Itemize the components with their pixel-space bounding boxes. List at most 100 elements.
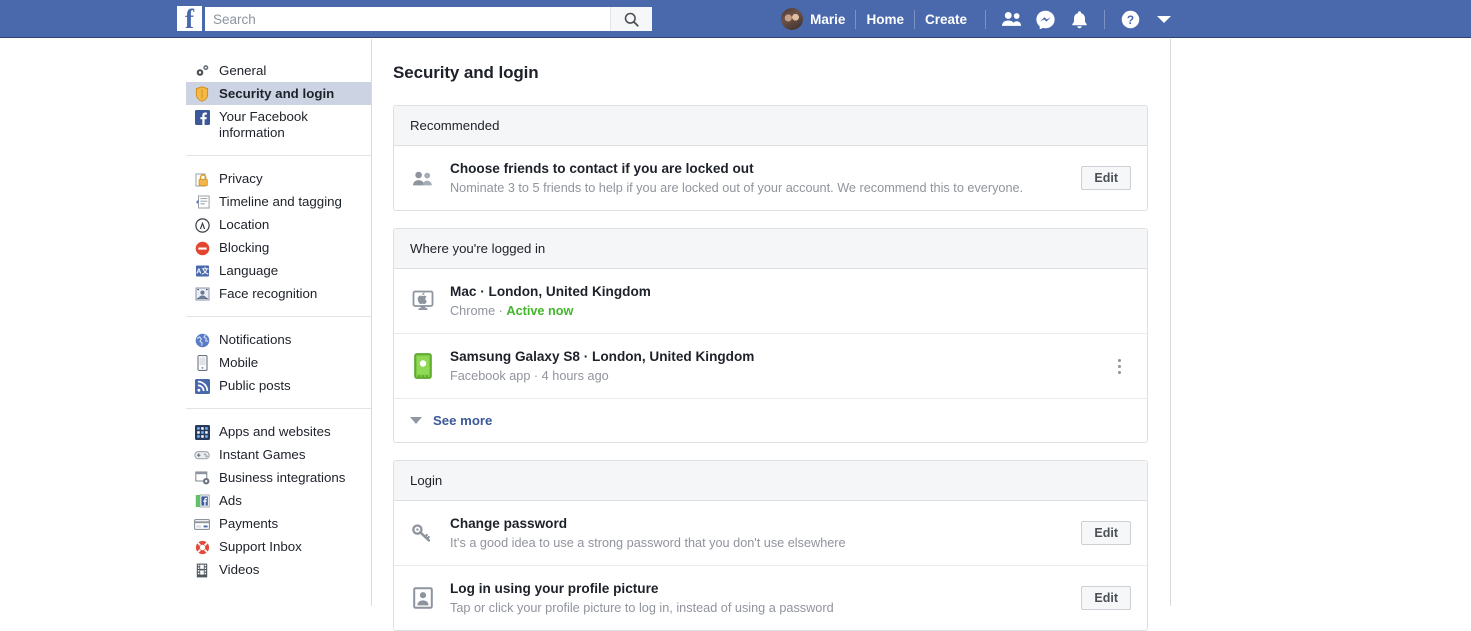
sidebar-item-language[interactable]: A文 Language [186,259,371,282]
chevron-down-icon [1157,15,1171,23]
search-input[interactable] [205,7,610,31]
profile-link[interactable]: Marie [771,0,855,38]
sidebar-group-2: Notifications Mobile Public posts [186,316,371,407]
settings-row: Choose friends to contact if you are loc… [394,146,1147,210]
sidebar-item-label: Notifications [219,332,292,347]
sidebar-item-blocking[interactable]: Blocking [186,236,371,259]
create-link[interactable]: Create [915,0,977,38]
gamepad-icon [194,447,210,463]
sidebar-item-instant-games[interactable]: Instant Games [186,443,371,466]
more-options-icon[interactable] [1107,355,1131,378]
sidebar-item-label: Security and login [219,86,335,101]
see-more-button[interactable]: See more [394,398,1147,442]
settings-card: Login Change password It's a good idea to … [393,460,1148,631]
sidebar-item-payments[interactable]: Payments [186,512,371,535]
sidebar-item-label: Instant Games [219,447,306,462]
business-gear-icon [194,470,210,486]
settings-sections: Recommended Choose friends to contact if … [393,105,1148,631]
sidebar-item-label: Language [219,263,279,278]
sidebar-item-label: Location [219,217,270,232]
edit-button[interactable]: Edit [1081,586,1131,610]
row-body: Change password It's a good idea to use a… [450,515,1067,551]
sidebar-item-mobile[interactable]: Mobile [186,351,371,374]
shield-icon [194,86,210,102]
status-badge: Active now [506,304,574,318]
settings-card: Recommended Choose friends to contact if … [393,105,1148,211]
avatar [781,8,804,30]
android-phone-icon [410,353,436,379]
timeline-icon [194,194,210,210]
search-bar [205,7,652,31]
help-button[interactable]: ? [1113,0,1147,38]
sidebar-item-timeline-and-tagging[interactable]: Timeline and tagging [186,190,371,213]
sidebar-item-label: Support Inbox [219,539,302,554]
row-title: Choose friends to contact if you are loc… [450,161,754,176]
sidebar-item-label: Apps and websites [219,424,331,439]
globe-icon [194,332,210,348]
sidebar-item-your-facebook-information[interactable]: Your Facebook information [186,105,371,144]
sidebar-item-label: Ads [219,493,242,508]
profile-picture-badge-icon [410,585,436,611]
divider [985,9,986,29]
main-content: Security and login Recommended Choose fri… [373,39,1171,631]
block-icon [194,240,210,256]
row-subtitle: It's a good idea to use a strong passwor… [450,536,846,550]
credit-card-icon [194,516,210,532]
friend-requests-button[interactable] [994,0,1028,38]
see-more-label: See more [433,413,493,428]
edit-button[interactable]: Edit [1081,166,1131,190]
sidebar-item-label: Your Facebook information [219,109,308,140]
account-menu-button[interactable] [1147,0,1181,38]
rss-icon [194,378,210,394]
section-header: Recommended [394,106,1147,146]
row-body: Log in using your profile picture Tap or … [450,580,1067,616]
sidebar-item-public-posts[interactable]: Public posts [186,374,371,397]
row-subtitle: Facebook app · 4 hours ago [450,369,609,383]
profile-name: Marie [810,11,846,27]
sidebar-item-apps-and-websites[interactable]: Apps and websites [186,420,371,443]
top-nav-right-group: Marie Home Create ? [771,0,1181,38]
caret-down-icon [410,417,422,424]
sidebar-item-label: Public posts [219,378,291,393]
sidebar-group-1: Privacy Timeline and tagging Location Block… [186,155,371,315]
sidebar-item-ads[interactable]: Ads [186,489,371,512]
sidebar-item-privacy[interactable]: Privacy [186,167,371,190]
notifications-bell-icon [1071,10,1087,28]
sidebar-item-label: Mobile [219,355,259,370]
settings-row: Change password It's a good idea to use a… [394,501,1147,565]
facebook-f-logo-icon[interactable]: f [177,6,202,31]
row-title: Change password [450,516,568,531]
home-link[interactable]: Home [856,0,914,38]
padlock-icon [194,171,210,187]
row-title: Log in using your profile picture [450,581,659,596]
settings-sidebar: General Security and login Your Facebook i… [186,39,372,606]
notifications-button[interactable] [1062,0,1096,38]
sidebar-item-label: Payments [219,516,279,531]
sidebar-item-label: General [219,63,267,78]
messenger-icon [1035,10,1055,29]
friend-requests-icon [1001,12,1021,26]
row-subtitle: Chrome · Active now [450,303,1131,319]
lifebuoy-icon [194,539,210,555]
search-button[interactable] [610,7,652,31]
sidebar-item-location[interactable]: Location [186,213,371,236]
row-body: Mac · London, United Kingdom Chrome · Act… [450,283,1131,319]
sidebar-item-business-integrations[interactable]: Business integrations [186,466,371,489]
divider [1104,9,1105,29]
sidebar-item-face-recognition[interactable]: Face recognition [186,282,371,305]
svg-text:A文: A文 [196,267,209,276]
edit-button[interactable]: Edit [1081,521,1131,545]
sidebar-item-security-and-login[interactable]: Security and login [186,82,371,105]
help-question-icon: ? [1121,10,1139,28]
sidebar-item-support-inbox[interactable]: Support Inbox [186,535,371,558]
sidebar-item-general[interactable]: General [186,59,371,82]
messenger-button[interactable] [1028,0,1062,38]
sidebar-item-notifications[interactable]: Notifications [186,328,371,351]
face-recognition-icon [194,286,210,302]
settings-row: Samsung Galaxy S8 · London, United Kingd… [394,333,1147,398]
sidebar-item-videos[interactable]: Videos [186,558,371,581]
two-people-icon [410,165,436,191]
row-subtitle: Nominate 3 to 5 friends to help if you a… [450,181,1024,195]
section-header: Where you're logged in [394,229,1147,269]
facebook-f-glyph: f [185,6,194,31]
